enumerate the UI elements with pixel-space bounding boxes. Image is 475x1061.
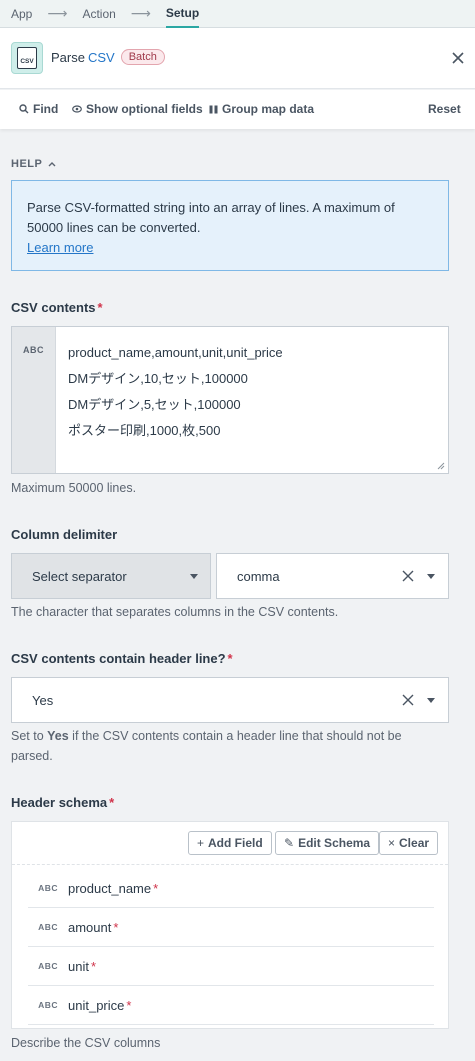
header-schema-panel: + Add Field ✎ Edit Schema × Clear ABC produ… xyxy=(11,821,449,1029)
close-icon: × xyxy=(388,836,396,850)
header-line-hint-pre: Set to xyxy=(11,729,48,743)
help-text: Parse CSV-formatted string into an array… xyxy=(27,200,395,235)
help-box: Parse CSV-formatted string into an array… xyxy=(11,180,449,271)
group-map-data-button[interactable]: Group map data xyxy=(209,102,314,116)
header-line-hint-bold: Yes xyxy=(47,729,69,743)
show-optional-fields-label: Show optional fields xyxy=(86,102,203,116)
string-type-tag: ABC xyxy=(38,922,58,932)
step-title-accent: CSV xyxy=(87,49,115,65)
required-marker: * xyxy=(113,919,119,935)
schema-field-name: unit_price xyxy=(68,997,125,1013)
toolbar: Find Show optional fields Group map data… xyxy=(0,90,475,129)
chevron-up-icon xyxy=(48,162,56,167)
string-type-tag: ABC xyxy=(12,327,56,473)
required-marker: * xyxy=(126,997,132,1013)
schema-field-row[interactable]: ABC unit * xyxy=(28,947,434,986)
reset-label: Reset xyxy=(428,102,461,116)
schema-field-row[interactable]: ABC unit_price * xyxy=(28,986,434,1025)
schema-field-name: amount xyxy=(68,919,112,935)
required-marker: * xyxy=(109,795,115,810)
find-label: Find xyxy=(33,102,59,116)
step-title-text: Parse xyxy=(51,49,85,65)
find-button[interactable]: Find xyxy=(19,102,58,116)
resize-grip-icon[interactable] xyxy=(437,462,445,470)
arrow-right-icon: ⟶ xyxy=(130,5,151,21)
eye-icon xyxy=(72,105,82,113)
reset-button[interactable]: Reset xyxy=(428,102,461,116)
caret-down-icon xyxy=(427,698,435,703)
help-label: HELP xyxy=(11,158,43,170)
clear-button[interactable]: × Clear xyxy=(379,831,439,855)
close-icon[interactable] xyxy=(450,50,466,66)
search-icon xyxy=(19,104,29,114)
header-line-label: CSV contents contain header line? * xyxy=(11,651,233,666)
breadcrumb-app[interactable]: App xyxy=(11,0,32,28)
help-toggle[interactable]: HELP xyxy=(11,158,57,170)
header-line-select[interactable]: Yes xyxy=(11,677,449,723)
group-map-data-label: Group map data xyxy=(222,102,315,116)
csv-contents-label: CSV contents * xyxy=(11,300,103,315)
caret-down-icon xyxy=(427,574,435,579)
column-delimiter-hint: The character that separates columns in … xyxy=(11,605,339,619)
arrow-right-icon: ⟶ xyxy=(47,5,68,21)
divider xyxy=(12,864,448,865)
header-schema-label-text: Header schema xyxy=(11,795,108,810)
plus-icon: + xyxy=(197,836,205,850)
delimiter-mode-dropdown[interactable]: Select separator xyxy=(11,553,211,599)
header-schema-label: Header schema * xyxy=(11,795,114,810)
clear-icon[interactable] xyxy=(402,570,414,582)
required-marker: * xyxy=(227,651,233,666)
csv-contents-label-text: CSV contents xyxy=(11,300,96,315)
required-marker: * xyxy=(153,880,159,896)
header-line-value: Yes xyxy=(32,692,54,708)
edit-schema-button[interactable]: ✎ Edit Schema xyxy=(275,831,380,855)
step-header: CSV Parse CSV Batch xyxy=(0,28,475,89)
csv-file-icon: CSV xyxy=(17,47,37,69)
clear-label: Clear xyxy=(399,836,430,850)
edit-schema-label: Edit Schema xyxy=(298,836,371,850)
header-line-hint-post: if the CSV contents contain a header lin… xyxy=(11,729,402,763)
group-icon xyxy=(209,105,218,113)
schema-field-name: unit xyxy=(68,958,89,974)
column-delimiter-label: Column delimiter xyxy=(11,527,118,542)
csv-app-icon: CSV xyxy=(11,42,43,74)
show-optional-fields-button[interactable]: Show optional fields xyxy=(72,102,203,116)
clear-icon[interactable] xyxy=(402,694,414,706)
header-schema-hint: Describe the CSV columns xyxy=(11,1036,161,1050)
pencil-icon: ✎ xyxy=(284,836,295,850)
csv-contents-value[interactable]: product_name,amount,unit,unit_price DMデザ… xyxy=(56,327,295,473)
breadcrumb-action[interactable]: Action xyxy=(82,0,115,28)
schema-field-row[interactable]: ABC amount * xyxy=(28,908,434,947)
csv-contents-hint: Maximum 50000 lines. xyxy=(11,481,137,495)
header-line-label-text: CSV contents contain header line? xyxy=(11,651,226,666)
delimiter-select[interactable]: comma xyxy=(216,553,449,599)
breadcrumb-setup[interactable]: Setup xyxy=(165,0,200,28)
delimiter-value: comma xyxy=(237,568,280,584)
string-type-tag: ABC xyxy=(38,1000,58,1010)
add-field-button[interactable]: + Add Field xyxy=(188,831,272,855)
add-field-label: Add Field xyxy=(208,836,263,850)
delimiter-mode-value: Select separator xyxy=(32,568,127,584)
required-marker: * xyxy=(90,958,97,974)
required-marker: * xyxy=(97,300,103,315)
string-type-tag: ABC xyxy=(38,883,58,893)
schema-field-row[interactable]: ABC product_name * xyxy=(28,869,434,908)
learn-more-link[interactable]: Learn more xyxy=(27,240,93,255)
schema-field-name: product_name xyxy=(68,880,152,896)
batch-badge: Batch xyxy=(120,49,165,65)
header-line-hint: Set to Yes if the CSV contents contain a… xyxy=(11,726,431,766)
csv-contents-field[interactable]: ABC product_name,amount,unit,unit_price … xyxy=(11,326,449,474)
caret-down-icon xyxy=(190,574,198,579)
step-title: Parse CSV Batch xyxy=(51,49,165,65)
breadcrumb: App ⟶ Action ⟶ Setup xyxy=(0,0,475,28)
string-type-tag: ABC xyxy=(38,961,58,971)
